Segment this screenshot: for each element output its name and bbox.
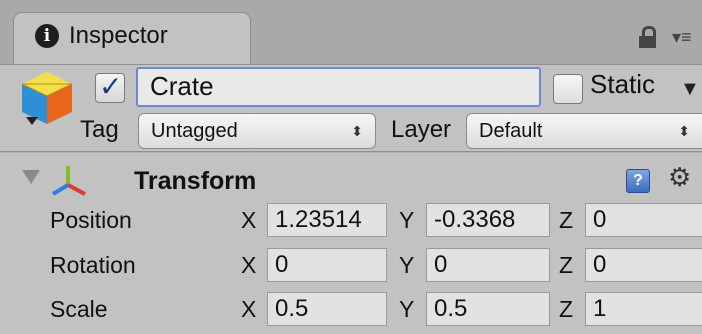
dropdown-arrows-icon: ⬍ [678, 123, 690, 139]
menu-icon[interactable]: ▾≡ [672, 28, 692, 46]
transform-component: Transform ? ⚙ Position X 1.23514 Y -0.33… [0, 152, 702, 334]
axis-y-label[interactable]: Y [399, 207, 414, 234]
tab-strip: i Inspector ▾≡ [0, 0, 702, 64]
gear-icon[interactable]: ⚙ [668, 164, 691, 190]
axis-z-label[interactable]: Z [559, 296, 573, 323]
axis-z-label[interactable]: Z [559, 207, 573, 234]
rotation-x-field[interactable]: 0 [267, 248, 387, 282]
scale-label: Scale [50, 296, 108, 322]
active-checkbox[interactable]: ✓ [95, 71, 125, 103]
transform-axes-icon [50, 163, 88, 197]
object-name-input[interactable]: Crate [136, 67, 541, 107]
layer-label: Layer [391, 116, 452, 143]
axis-y-label[interactable]: Y [399, 296, 414, 323]
rotation-z-field[interactable]: 0 [585, 248, 702, 282]
dropdown-arrows-icon: ⬍ [351, 123, 363, 139]
position-x-field[interactable]: 1.23514 [267, 203, 387, 237]
tab-title: Inspector [69, 22, 168, 49]
layer-dropdown-value: Default [479, 120, 543, 142]
tag-label: Tag [80, 116, 119, 143]
info-icon: i [35, 24, 59, 48]
component-title: Transform [134, 167, 257, 195]
axis-z-label[interactable]: Z [559, 252, 573, 279]
static-dropdown-icon[interactable]: ▼ [680, 78, 700, 101]
rotation-y-field[interactable]: 0 [426, 248, 550, 282]
layer-dropdown[interactable]: Default ⬍ [466, 113, 702, 149]
axis-x-label[interactable]: X [241, 296, 256, 323]
axis-x-label[interactable]: X [241, 252, 256, 279]
cube-icon [16, 69, 78, 131]
tab-inspector[interactable]: i Inspector [13, 12, 251, 64]
scale-x-field[interactable]: 0.5 [267, 292, 387, 326]
foldout-triangle-icon[interactable] [22, 170, 40, 184]
scale-y-field[interactable]: 0.5 [426, 292, 550, 326]
position-y-field[interactable]: -0.3368 [426, 203, 550, 237]
object-header: ✓ Crate Static ▼ Tag Untagged ⬍ Layer De… [0, 64, 702, 152]
scale-z-field[interactable]: 1 [585, 292, 702, 326]
static-label: Static [590, 69, 656, 99]
rotation-label: Rotation [50, 252, 136, 278]
tag-dropdown[interactable]: Untagged ⬍ [138, 113, 376, 149]
position-z-field[interactable]: 0 [585, 203, 702, 237]
tag-dropdown-value: Untagged [151, 120, 238, 142]
static-checkbox[interactable] [553, 74, 583, 104]
lock-icon[interactable] [638, 26, 658, 50]
axis-x-label[interactable]: X [241, 207, 256, 234]
axis-y-label[interactable]: Y [399, 252, 414, 279]
help-icon[interactable]: ? [626, 169, 650, 193]
position-label: Position [50, 207, 132, 233]
